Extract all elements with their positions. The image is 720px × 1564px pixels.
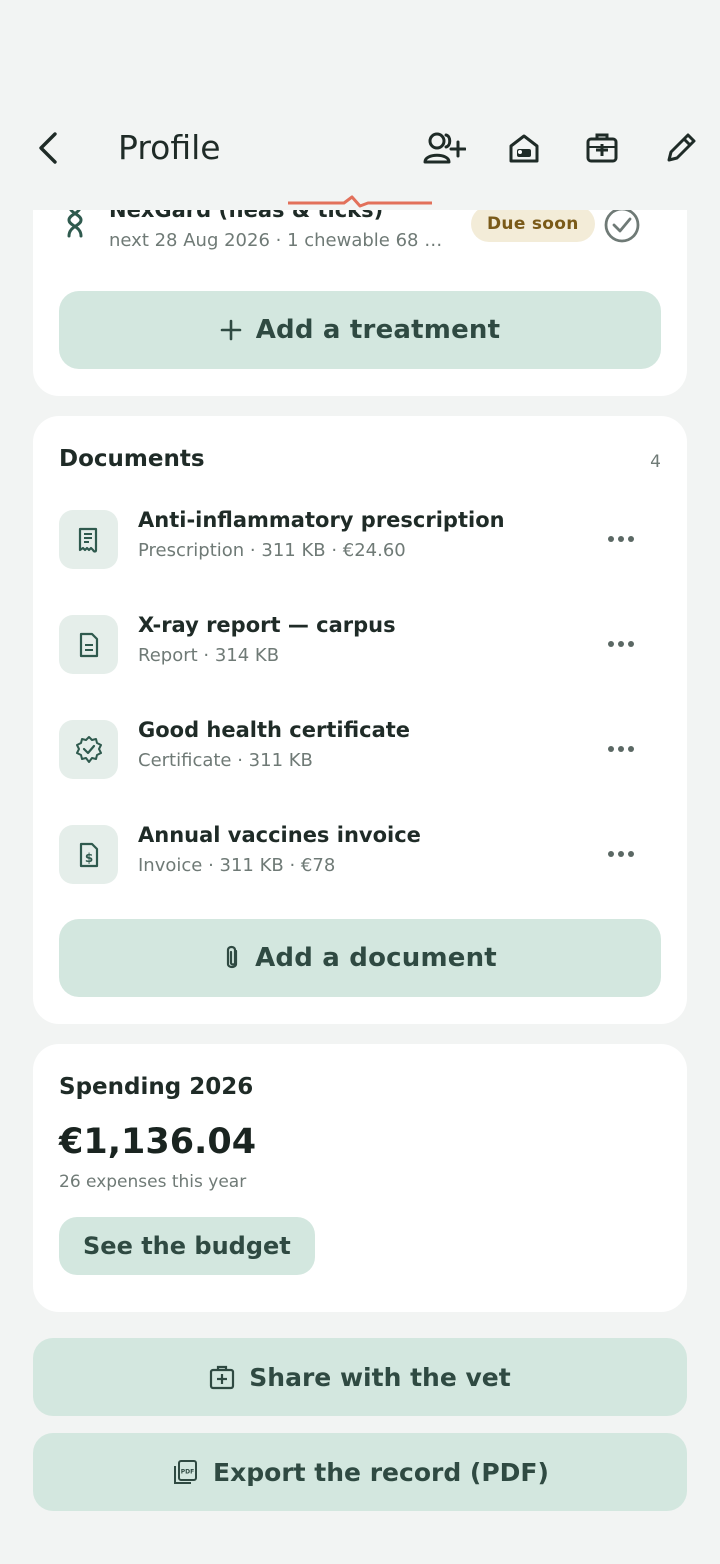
- list-item[interactable]: X-ray report — carpus Report · 314 KB: [33, 613, 687, 705]
- add-treatment-label: Add a treatment: [255, 315, 501, 345]
- back-button[interactable]: [26, 124, 70, 172]
- kennel-button[interactable]: [498, 124, 550, 172]
- more-options-button[interactable]: [601, 839, 641, 869]
- more-options-button[interactable]: [601, 524, 641, 554]
- more-dot: [628, 746, 634, 752]
- more-options-button[interactable]: [601, 734, 641, 764]
- add-person-icon: [423, 132, 466, 164]
- add-treatment-button[interactable]: Add a treatment: [59, 291, 661, 369]
- more-dot: [618, 641, 624, 647]
- more-dot: [628, 851, 634, 857]
- more-dot: [608, 746, 614, 752]
- pdf-icon: PDF: [174, 1460, 198, 1484]
- list-item[interactable]: Anti-inflammatory prescription Prescript…: [33, 508, 687, 600]
- paperclip-icon: [226, 945, 238, 969]
- plus-icon: [220, 319, 242, 341]
- more-dot: [628, 641, 634, 647]
- document-meta: Invoice · 311 KB · €78: [138, 855, 336, 876]
- export-pdf-label: Export the record (PDF): [213, 1457, 549, 1487]
- medical-kit-button[interactable]: [576, 124, 628, 172]
- documents-count: 4: [650, 452, 661, 472]
- doc-icon-tile: [59, 615, 118, 674]
- share-with-vet-label: Share with the vet: [249, 1362, 511, 1392]
- document-meta: Certificate · 311 KB: [138, 750, 313, 771]
- doc-icon-tile: [59, 510, 118, 569]
- kennel-icon: [509, 134, 539, 163]
- doc-icon-tile: $: [59, 825, 118, 884]
- more-dot: [628, 536, 634, 542]
- more-options-button[interactable]: [601, 629, 641, 659]
- more-dot: [618, 851, 624, 857]
- see-budget-button[interactable]: See the budget: [59, 1217, 315, 1275]
- app-header: Profile: [0, 0, 720, 210]
- spending-amount: €1,136.04: [59, 1122, 257, 1162]
- page-title: Profile: [118, 128, 221, 167]
- edit-button[interactable]: [655, 124, 707, 172]
- add-document-label: Add a document: [255, 943, 497, 973]
- receipt-icon: [78, 527, 97, 553]
- more-dot: [618, 536, 624, 542]
- more-dot: [618, 746, 624, 752]
- list-item[interactable]: $ Annual vaccines invoice Invoice · 311 …: [33, 823, 687, 915]
- medical-kit-icon: [586, 133, 618, 163]
- medical-kit-icon: [210, 1365, 235, 1390]
- more-dot: [608, 851, 614, 857]
- invoice-icon: $: [79, 842, 98, 867]
- more-dot: [608, 536, 614, 542]
- list-item[interactable]: Good health certificate Certificate · 31…: [33, 718, 687, 810]
- document-icon: [79, 632, 98, 657]
- export-pdf-button[interactable]: PDF Export the record (PDF): [33, 1433, 687, 1511]
- document-meta: Prescription · 311 KB · €24.60: [138, 540, 406, 561]
- add-document-button[interactable]: Add a document: [59, 919, 661, 997]
- document-meta: Report · 314 KB: [138, 645, 280, 666]
- check-circle-icon: [604, 207, 640, 243]
- document-name: X-ray report — carpus: [138, 613, 396, 637]
- certificate-badge-icon: [75, 735, 102, 763]
- documents-card: Documents 4 Anti-inflammatory prescripti…: [33, 416, 687, 1024]
- scroll-indicator: [288, 195, 432, 208]
- add-person-button[interactable]: [418, 124, 470, 172]
- svg-text:$: $: [84, 851, 92, 865]
- spending-card: Spending 2026 €1,136.04 26 expenses this…: [33, 1044, 687, 1312]
- spending-title: Spending 2026: [59, 1074, 254, 1100]
- edit-icon: [667, 133, 696, 162]
- mark-done-button[interactable]: [602, 205, 642, 245]
- documents-title: Documents: [59, 446, 205, 472]
- share-with-vet-button[interactable]: Share with the vet: [33, 1338, 687, 1416]
- spending-subtitle: 26 expenses this year: [59, 1172, 247, 1192]
- svg-text:PDF: PDF: [181, 1469, 194, 1476]
- more-dot: [608, 641, 614, 647]
- status-badge: Due soon: [471, 206, 595, 242]
- treatment-detail: next 28 Aug 2026 · 1 chewable 68 mg · mo…: [109, 230, 459, 251]
- back-icon: [39, 132, 57, 164]
- document-name: Good health certificate: [138, 718, 411, 742]
- document-name: Anti-inflammatory prescription: [138, 508, 505, 532]
- document-name: Annual vaccines invoice: [138, 823, 421, 847]
- doc-icon-tile: [59, 720, 118, 779]
